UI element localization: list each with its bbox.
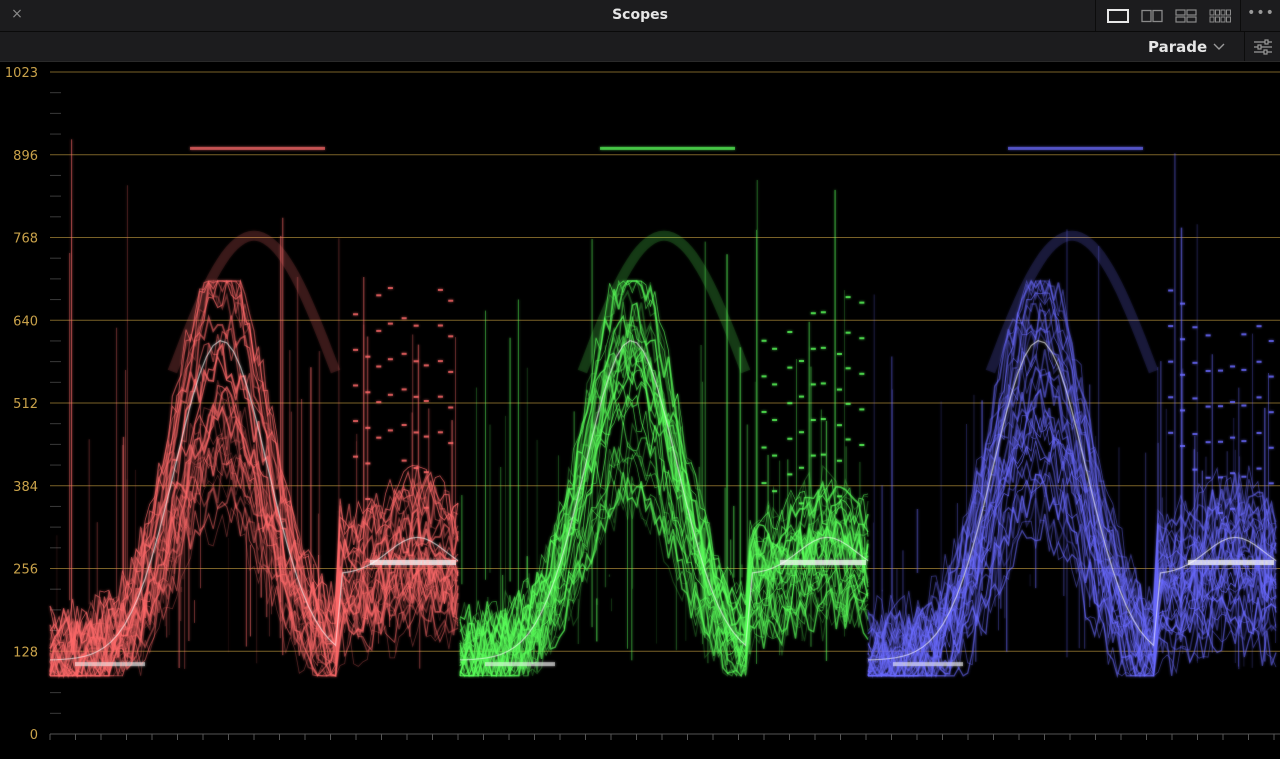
single-layout-icon[interactable]	[1106, 8, 1130, 24]
sliders-icon[interactable]	[1244, 32, 1280, 61]
parade-scope: 1023 896 768 640 512 384 256 128 0	[5, 66, 1280, 743]
layout-toolbar	[1095, 0, 1232, 31]
y-tick-label: 768	[13, 232, 38, 247]
waveform-green	[459, 146, 869, 678]
scope-waveforms	[49, 139, 1277, 679]
quad-layout-icon[interactable]	[1174, 8, 1198, 24]
window-title: Scopes	[612, 7, 668, 23]
scope-options-bar: Parade	[0, 32, 1280, 62]
scope-y-axis: 1023 896 768 640 512 384 256 128 0	[5, 66, 38, 743]
waveform-trace	[49, 280, 459, 652]
eight-layout-icon[interactable]	[1208, 8, 1232, 24]
waveform-red	[49, 139, 459, 679]
scope-mode-label: Parade	[1148, 37, 1208, 56]
y-tick-label: 1023	[5, 66, 38, 81]
y-tick-label: 896	[13, 149, 38, 164]
y-tick-label: 384	[13, 480, 38, 495]
chevron-down-icon	[1213, 43, 1225, 50]
title-bar: × Scopes •••	[0, 0, 1280, 32]
scope-mode-dropdown[interactable]: Parade	[1148, 32, 1242, 61]
y-tick-label: 256	[13, 563, 38, 578]
dual-layout-icon[interactable]	[1140, 8, 1164, 24]
more-options-icon[interactable]: •••	[1240, 0, 1280, 31]
y-tick-label: 640	[13, 314, 38, 329]
y-tick-label: 0	[30, 728, 38, 743]
y-tick-label: 128	[13, 645, 38, 660]
y-tick-label: 512	[13, 397, 38, 412]
waveform-blue	[867, 146, 1277, 679]
